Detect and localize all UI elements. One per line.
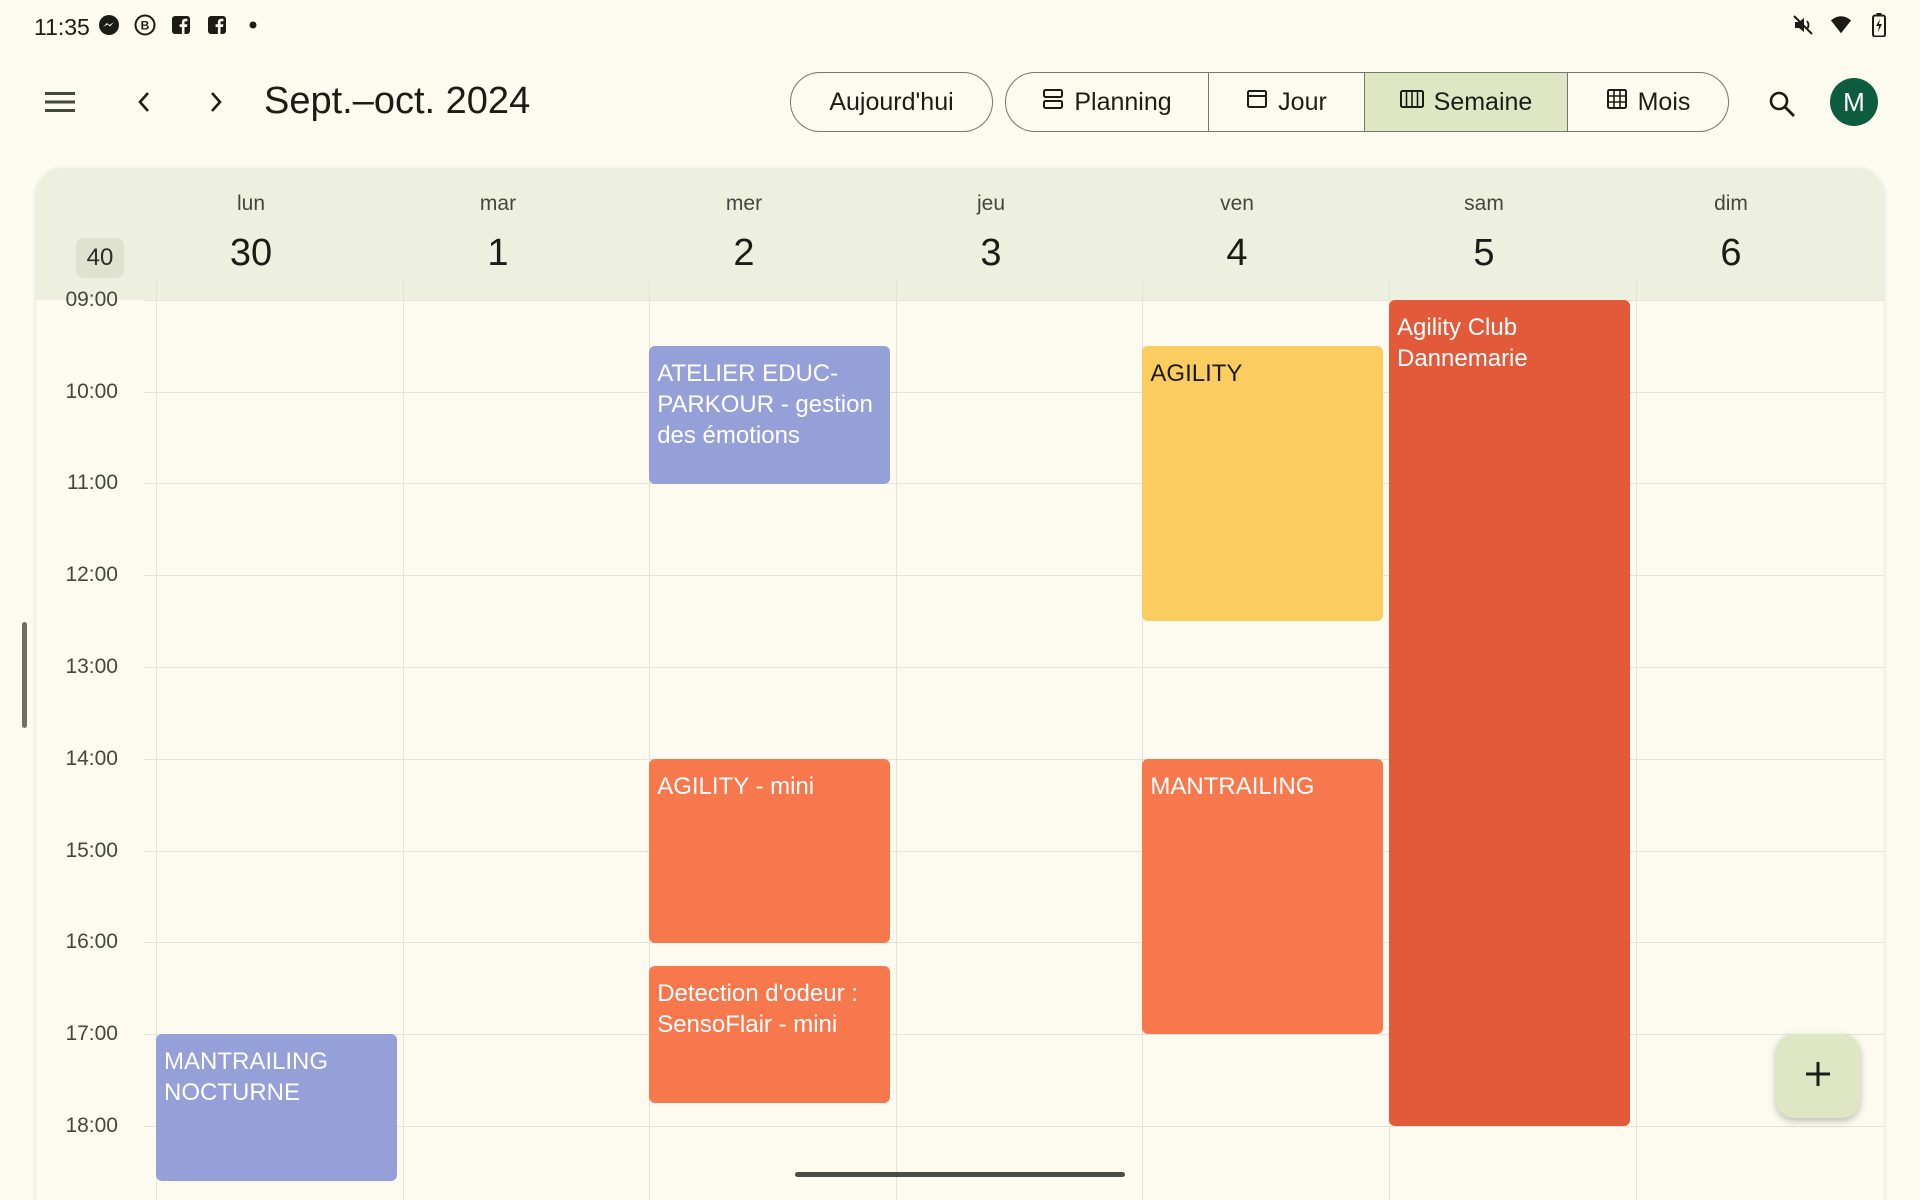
day-name: mer [725,192,763,215]
view-day-label: Jour [1278,87,1327,116]
status-bar: 11:35 B [0,0,1920,54]
view-planning-label: Planning [1074,87,1172,116]
day-number: 4 [1226,232,1248,274]
top-app-bar: Sept.–oct. 2024 Aujourd'hui Planning Jou… [0,60,1920,144]
view-month-button[interactable]: Mois [1568,73,1728,131]
hour-label: 13:00 [65,655,118,678]
view-switcher: Planning Jour Semaine Mois [1005,72,1729,132]
view-day-button[interactable]: Jour [1209,73,1365,131]
view-week-button[interactable]: Semaine [1365,73,1568,131]
event-detection-odeur[interactable]: Detection d'odeur : SensoFlair - mini [649,965,890,1104]
event-title: Detection d'odeur : SensoFlair - mini [657,979,858,1038]
search-icon[interactable] [1760,82,1804,126]
day-number: 1 [487,232,509,274]
day-gridline [1636,280,1637,1200]
day-header-thu[interactable]: jeu 3 [868,192,1114,275]
chevron-left-icon[interactable] [124,82,164,122]
event-atelier-educ-parkour[interactable]: ATELIER EDUC-PARKOUR - gestion des émoti… [649,345,890,484]
facebook-icon [206,14,228,36]
hour-label: 16:00 [65,930,118,953]
system-icons [1792,13,1890,37]
hour-label: 15:00 [65,839,118,862]
day-header-tue[interactable]: mar 1 [375,192,621,275]
event-mantrailing-nocturne[interactable]: MANTRAILING NOCTURNE [156,1034,397,1182]
event-title: ATELIER EDUC-PARKOUR - gestion des émoti… [657,359,873,449]
menu-icon[interactable] [40,82,80,122]
week-calendar: 40 lun 30 mar 1 mer 2 jeu 3 ven 4 sam 5 … [36,168,1884,1200]
day-number: 2 [733,232,755,274]
dot-icon [242,14,264,36]
day-name: mar [479,192,517,215]
hour-label: 12:00 [65,563,118,586]
event-agility-mini[interactable]: AGILITY - mini [649,759,890,943]
b-circle-icon: B [134,14,156,36]
hour-label: 10:00 [65,380,118,403]
add-event-button[interactable] [1776,1034,1860,1118]
plus-icon [1803,1059,1833,1094]
day-number: 3 [980,232,1002,274]
day-view-icon [1246,88,1268,117]
svg-text:B: B [141,19,150,33]
hour-label: 11:00 [67,471,118,494]
hour-label: 09:00 [65,288,118,311]
day-number: 5 [1473,232,1495,274]
event-title: MANTRAILING [1150,773,1315,800]
mute-icon [1792,14,1814,36]
event-title: MANTRAILING NOCTURNE [164,1048,329,1107]
day-header-fri[interactable]: ven 4 [1114,192,1360,275]
view-week-label: Semaine [1433,87,1533,116]
event-title: AGILITY - mini [657,773,815,800]
scrollbar-handle[interactable] [22,622,27,728]
day-header-wed[interactable]: mer 2 [621,192,867,275]
day-number: 30 [229,232,273,274]
messenger-icon [98,14,120,36]
facebook-icon [170,14,192,36]
hour-label: 18:00 [65,1114,118,1137]
day-gridline [403,280,404,1200]
day-header-mon[interactable]: lun 30 [128,192,374,275]
day-name: sam [1464,192,1504,215]
status-time: 11:35 [34,14,90,40]
day-name: ven [1220,192,1254,215]
day-header-sun[interactable]: dim 6 [1608,192,1854,275]
event-mantrailing[interactable]: MANTRAILING [1142,759,1383,1035]
view-planning-button[interactable]: Planning [1006,73,1209,131]
day-header-row: 40 lun 30 mar 1 mer 2 jeu 3 ven 4 sam 5 … [36,168,1884,300]
week-number-badge: 40 [76,238,124,278]
week-view-icon [1399,88,1424,117]
avatar[interactable]: M [1830,78,1878,126]
month-view-icon [1606,88,1628,117]
time-grid[interactable]: 09:00 10:00 11:00 12:00 13:00 14:00 15:0… [36,280,1884,1200]
day-name: lun [236,192,266,215]
day-number: 6 [1720,232,1742,274]
page-title: Sept.–oct. 2024 [264,80,531,122]
wifi-icon [1830,14,1852,36]
battery-icon [1868,13,1890,37]
event-agility[interactable]: AGILITY [1142,345,1383,622]
today-button[interactable]: Aujourd'hui [790,72,993,132]
day-gridline [896,280,897,1200]
event-title: Agility Club Dannemarie [1397,314,1528,372]
chevron-right-icon[interactable] [196,82,236,122]
event-agility-club-dannemarie[interactable]: Agility Club Dannemarie [1389,300,1630,1127]
hour-label: 17:00 [65,1022,118,1045]
notification-icons: B [98,14,264,36]
home-indicator[interactable] [795,1172,1125,1177]
day-header-sat[interactable]: sam 5 [1361,192,1607,275]
day-name: jeu [976,192,1006,215]
day-name: dim [1714,192,1748,215]
event-title: AGILITY [1150,359,1243,387]
hour-label: 14:00 [65,747,118,770]
hour-gridline [144,1126,1884,1127]
view-month-label: Mois [1637,87,1691,116]
agenda-icon [1042,88,1064,117]
